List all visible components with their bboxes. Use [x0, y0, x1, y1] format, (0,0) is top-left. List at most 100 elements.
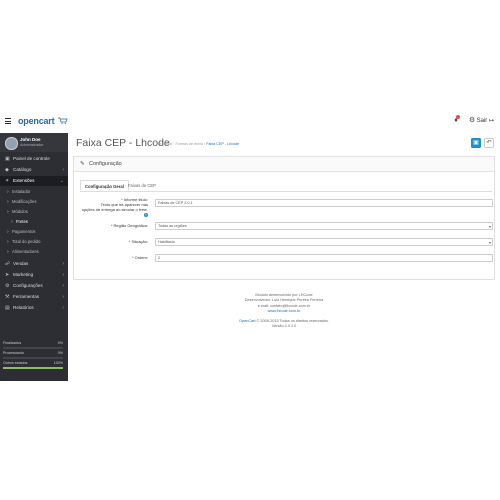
order-stat-completed: Finalizados 0%: [3, 341, 63, 349]
sidebar-item-marketing[interactable]: ➤ Marketing ›: [0, 270, 68, 280]
sidebar-item-catalog[interactable]: ◆ Catálogo ›: [0, 165, 68, 175]
progress-bar: [3, 367, 63, 369]
user-profile[interactable]: John Doe Administrador: [0, 133, 68, 152]
sidebar: John Doe Administrador ▣ Painel de contr…: [0, 133, 68, 381]
sidebar-item-label: Marketing: [13, 272, 34, 277]
save-button[interactable]: ▣: [471, 138, 481, 148]
status-label: * Situação:: [128, 239, 148, 244]
stat-label: Outros estados: [3, 361, 28, 365]
footer: Modulo desenvolvido por LHCode Desenvolv…: [68, 293, 500, 330]
sidebar-item-shipping[interactable]: › Fretes: [0, 217, 68, 227]
field-help-text: opções de entrega ao simular o frete.: [81, 207, 148, 212]
sidebar-item-label: Extensões: [13, 178, 35, 183]
browser-frame: opencart ♦ ⚙ Sair ↦ John Doe Administrad…: [0, 111, 500, 381]
select-value: Habilitado: [158, 240, 175, 244]
opencart-link[interactable]: OpenCart: [239, 319, 255, 323]
share-icon: ➤: [5, 272, 10, 278]
status-select[interactable]: Habilitado ▾: [155, 238, 493, 246]
gear-icon[interactable]: ⚙: [468, 117, 476, 125]
field-label: Ordem:: [134, 255, 148, 260]
breadcrumb: Principal › Formas de envio › Faixa CEP …: [158, 142, 240, 146]
sidebar-item-label: Instalador: [12, 189, 31, 194]
gear-icon: ⚙: [5, 283, 10, 289]
stat-label: Finalizados: [3, 341, 22, 345]
title-input[interactable]: Faixas de CEP 2.0.1: [155, 199, 493, 207]
sidebar-item-modifications[interactable]: › Modificações: [0, 197, 68, 207]
tab-cep-ranges[interactable]: Faixas de CEP: [124, 180, 160, 191]
progress-bar: [3, 347, 63, 349]
chevron-right-icon: ›: [62, 272, 64, 278]
panel-title: Configuração: [89, 161, 122, 167]
stat-value: 100%: [53, 361, 63, 365]
sidebar-item-extensions[interactable]: ✶ Extensões ⌄: [0, 176, 68, 186]
sidebar-item-label: Relatórios: [13, 305, 34, 310]
pencil-icon: ✎: [80, 161, 85, 167]
main-content: Faixa CEP - Lhcode Principal › Formas de…: [68, 133, 500, 381]
sidebar-item-installer[interactable]: › Instalador: [0, 187, 68, 197]
chevron-down-icon: ⌄: [59, 178, 64, 184]
stat-value: 0%: [57, 341, 63, 345]
breadcrumb-home[interactable]: Principal: [158, 142, 172, 146]
progress-bar: [3, 357, 63, 359]
sidebar-item-label: Alimentadores: [12, 249, 39, 254]
wrench-icon: ⚒: [5, 294, 10, 300]
footer-version: Versão 2.0.1.0: [271, 324, 297, 329]
top-navbar: opencart ♦ ⚙ Sair ↦: [0, 111, 500, 134]
breadcrumb-current[interactable]: Faixa CEP - Lhcode: [206, 142, 239, 146]
sidebar-item-label: Painel de controle: [13, 156, 50, 161]
order-stat-processing: Processando 0%: [3, 351, 63, 359]
menu-icon[interactable]: [5, 118, 11, 124]
sidebar-item-label: Módulos: [12, 209, 28, 214]
sidebar-item-modules[interactable]: › Módulos: [0, 207, 68, 217]
tab-bar: Configuração Geral Faixas de CEP: [80, 180, 492, 192]
notification-badge: [456, 115, 460, 119]
order-stat-other: Outros estados 100%: [3, 361, 63, 369]
sidebar-item-label: Pagamentos: [12, 229, 36, 234]
select-value: Todas as regiões: [158, 224, 187, 228]
sidebar-item-order-total[interactable]: › Total do pedido: [0, 237, 68, 247]
logout-link[interactable]: Sair ↦: [477, 117, 494, 124]
sidebar-item-dashboard[interactable]: ▣ Painel de controle: [0, 154, 68, 164]
sidebar-item-label: Fretes: [16, 219, 28, 224]
sidebar-item-tools[interactable]: ⚒ Ferramentas ›: [0, 292, 68, 302]
title-label: * Informe titulo: Texto que irá aparecer…: [81, 197, 148, 217]
order-input[interactable]: 2: [155, 254, 493, 262]
panel-heading: ✎ Configuração: [74, 157, 494, 172]
region-select[interactable]: Todas as regiões ▾: [155, 222, 493, 230]
chevron-right-icon: ›: [62, 167, 64, 173]
dashboard-icon: ▣: [5, 156, 10, 162]
cart-icon: [58, 117, 68, 124]
sidebar-item-reports[interactable]: ▤ Relatórios ›: [0, 303, 68, 313]
field-label: Região Geográfica:: [113, 223, 148, 228]
order-label: * Ordem:: [131, 255, 148, 260]
sidebar-item-settings[interactable]: ⚙ Configurações ›: [0, 281, 68, 291]
avatar: [5, 137, 18, 150]
page-title: Faixa CEP - Lhcode: [76, 137, 170, 149]
sidebar-item-label: Modificações: [12, 199, 37, 204]
tag-icon: ◆: [5, 167, 9, 173]
region-label: * Região Geográfica:: [110, 223, 148, 228]
tab-general[interactable]: Configuração Geral: [80, 180, 129, 191]
chevron-right-icon: ›: [62, 305, 64, 311]
chevron-down-icon: ▾: [488, 224, 491, 229]
opencart-logo[interactable]: opencart: [18, 116, 55, 126]
profile-role: Administrador: [20, 143, 44, 147]
chevron-down-icon: ▾: [488, 240, 491, 245]
sidebar-item-sales[interactable]: ☍ Vendas ›: [0, 259, 68, 269]
chevron-right-icon: ›: [62, 283, 64, 289]
field-label: Situação:: [131, 239, 148, 244]
sidebar-item-label: Configurações: [13, 283, 43, 288]
progress-fill: [3, 367, 63, 369]
breadcrumb-shipping[interactable]: Formas de envio: [175, 142, 202, 146]
stat-value: 0%: [57, 351, 63, 355]
save-icon: ▣: [473, 140, 479, 146]
logout-icon: ↦: [488, 118, 494, 124]
back-button[interactable]: ↶: [484, 138, 494, 148]
config-panel: ✎ Configuração Configuração Geral Faixas…: [73, 156, 495, 280]
help-icon[interactable]: ?: [144, 213, 148, 217]
sidebar-item-payments[interactable]: › Pagamentos: [0, 227, 68, 237]
cart-icon: ☍: [5, 261, 11, 267]
logout-label: Sair: [476, 118, 488, 124]
sidebar-item-feeds[interactable]: › Alimentadores: [0, 247, 68, 257]
chart-icon: ▤: [5, 305, 10, 311]
